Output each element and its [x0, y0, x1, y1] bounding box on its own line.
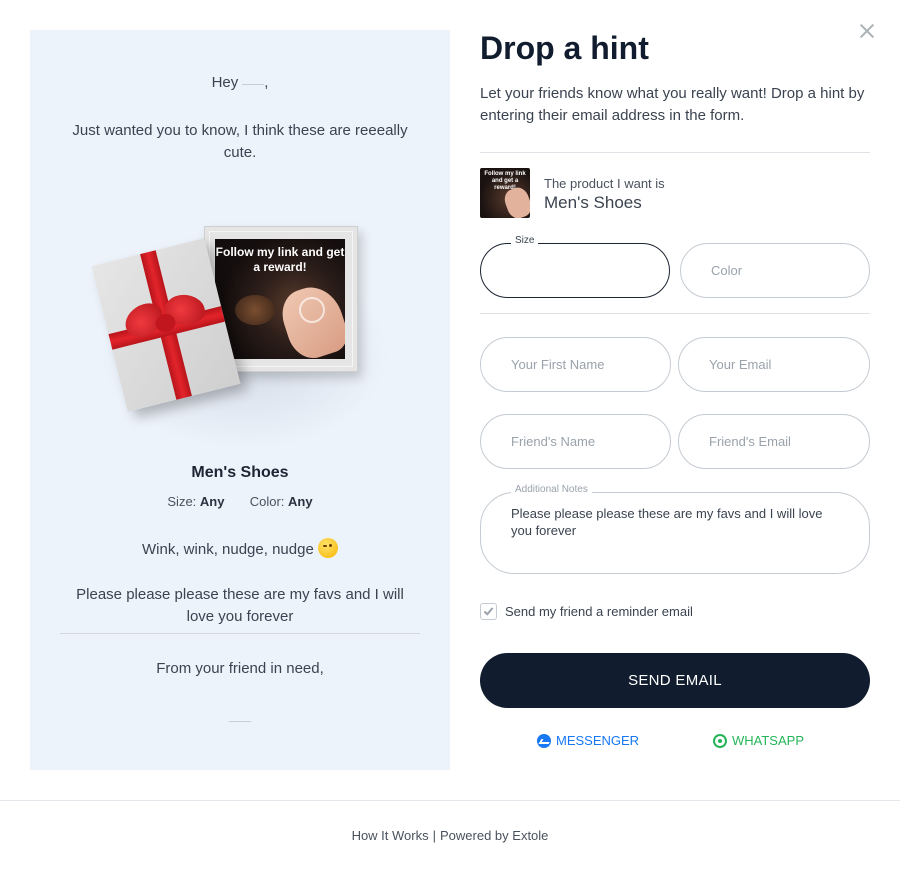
- thumbnail-caption: Follow my link and get a reward!: [484, 171, 526, 191]
- signature-placeholder: [229, 721, 251, 722]
- size-field[interactable]: Size: [480, 235, 670, 298]
- hand-graphic: [275, 279, 345, 359]
- intro-text: Just wanted you to know, I think these a…: [72, 122, 408, 161]
- your-email-field[interactable]: [678, 337, 870, 392]
- checkmark-icon: [483, 605, 494, 616]
- email-preview-card: Hey, Just wanted you to know, I think th…: [30, 30, 450, 770]
- wink-text: Wink, wink, nudge, nudge: [142, 541, 314, 558]
- gift-photo-caption: Follow my link and get a reward!: [215, 245, 345, 274]
- gift-box-image: Follow my link and get a reward!: [80, 220, 400, 450]
- glass-graphic: [299, 297, 325, 323]
- close-icon[interactable]: [856, 20, 878, 42]
- notes-field[interactable]: Additional Notes Please please please th…: [480, 484, 870, 574]
- reminder-option[interactable]: Send my friend a reminder email: [480, 603, 693, 620]
- whatsapp-label: WHATSAPP: [732, 733, 804, 748]
- greeting-name-placeholder: [242, 84, 265, 85]
- how-it-works-link[interactable]: How It Works: [352, 828, 429, 843]
- product-label: The product I want is: [544, 176, 665, 191]
- preview-product-meta: Size: Any Color: Any: [30, 494, 450, 509]
- product-thumbnail: Follow my link and get a reward!: [480, 168, 530, 218]
- first-name-field[interactable]: [480, 337, 671, 392]
- color-meta-value: Any: [288, 494, 313, 509]
- preview-signoff: From your friend in need,: [156, 660, 324, 677]
- greeting-comma: ,: [264, 74, 269, 91]
- size-meta-value: Any: [199, 494, 225, 509]
- friend-name-field[interactable]: [480, 414, 671, 469]
- whatsapp-share-link[interactable]: WHATSAPP: [713, 733, 804, 748]
- preview-product-name: Men's Shoes: [191, 464, 289, 481]
- size-input[interactable]: [481, 244, 669, 297]
- reminder-label: Send my friend a reminder email: [505, 604, 693, 619]
- whatsapp-icon: [713, 733, 727, 748]
- messenger-share-link[interactable]: MESSENGER: [537, 733, 639, 748]
- wink-emoji-icon: [317, 538, 338, 558]
- friend-name-input[interactable]: [481, 415, 670, 468]
- divider-top: [480, 152, 870, 153]
- messenger-label: MESSENGER: [556, 733, 640, 748]
- notes-textarea[interactable]: Please please please these are my favs a…: [481, 493, 869, 573]
- greeting-text: Hey: [211, 74, 239, 91]
- color-meta-label: Color:: [249, 494, 285, 509]
- greeting-line: Hey,: [30, 74, 450, 91]
- preview-note: Please please please these are my favs a…: [76, 586, 404, 625]
- size-field-label: Size: [511, 235, 539, 246]
- preview-divider: [60, 633, 420, 634]
- powered-by-link[interactable]: Powered by Extole: [440, 828, 548, 843]
- color-input[interactable]: [681, 244, 869, 297]
- divider-middle: [480, 313, 870, 314]
- page-subtitle: Let your friends know what you really wa…: [480, 85, 865, 124]
- footer-divider: [0, 800, 900, 801]
- wink-line: Wink, wink, nudge, nudge: [30, 538, 450, 558]
- footer-separator: |: [432, 828, 437, 843]
- gift-photo: Follow my link and get a reward!: [215, 239, 345, 359]
- first-name-input[interactable]: [481, 338, 670, 391]
- footer: How It Works | Powered by Extole: [0, 828, 900, 843]
- reminder-checkbox[interactable]: [480, 603, 497, 620]
- product-value: Men's Shoes: [544, 193, 642, 212]
- notes-field-label: Additional Notes: [511, 484, 592, 495]
- messenger-icon: [537, 733, 551, 748]
- friend-email-input[interactable]: [679, 415, 869, 468]
- drink-graphic: [235, 295, 275, 325]
- friend-email-field[interactable]: [678, 414, 870, 469]
- size-meta-label: Size:: [167, 494, 197, 509]
- selected-product: Follow my link and get a reward! The pro…: [480, 168, 870, 218]
- your-email-input[interactable]: [679, 338, 869, 391]
- page-title: Drop a hint: [480, 30, 649, 66]
- color-field[interactable]: [680, 243, 870, 298]
- send-email-button[interactable]: SEND EMAIL: [480, 653, 870, 708]
